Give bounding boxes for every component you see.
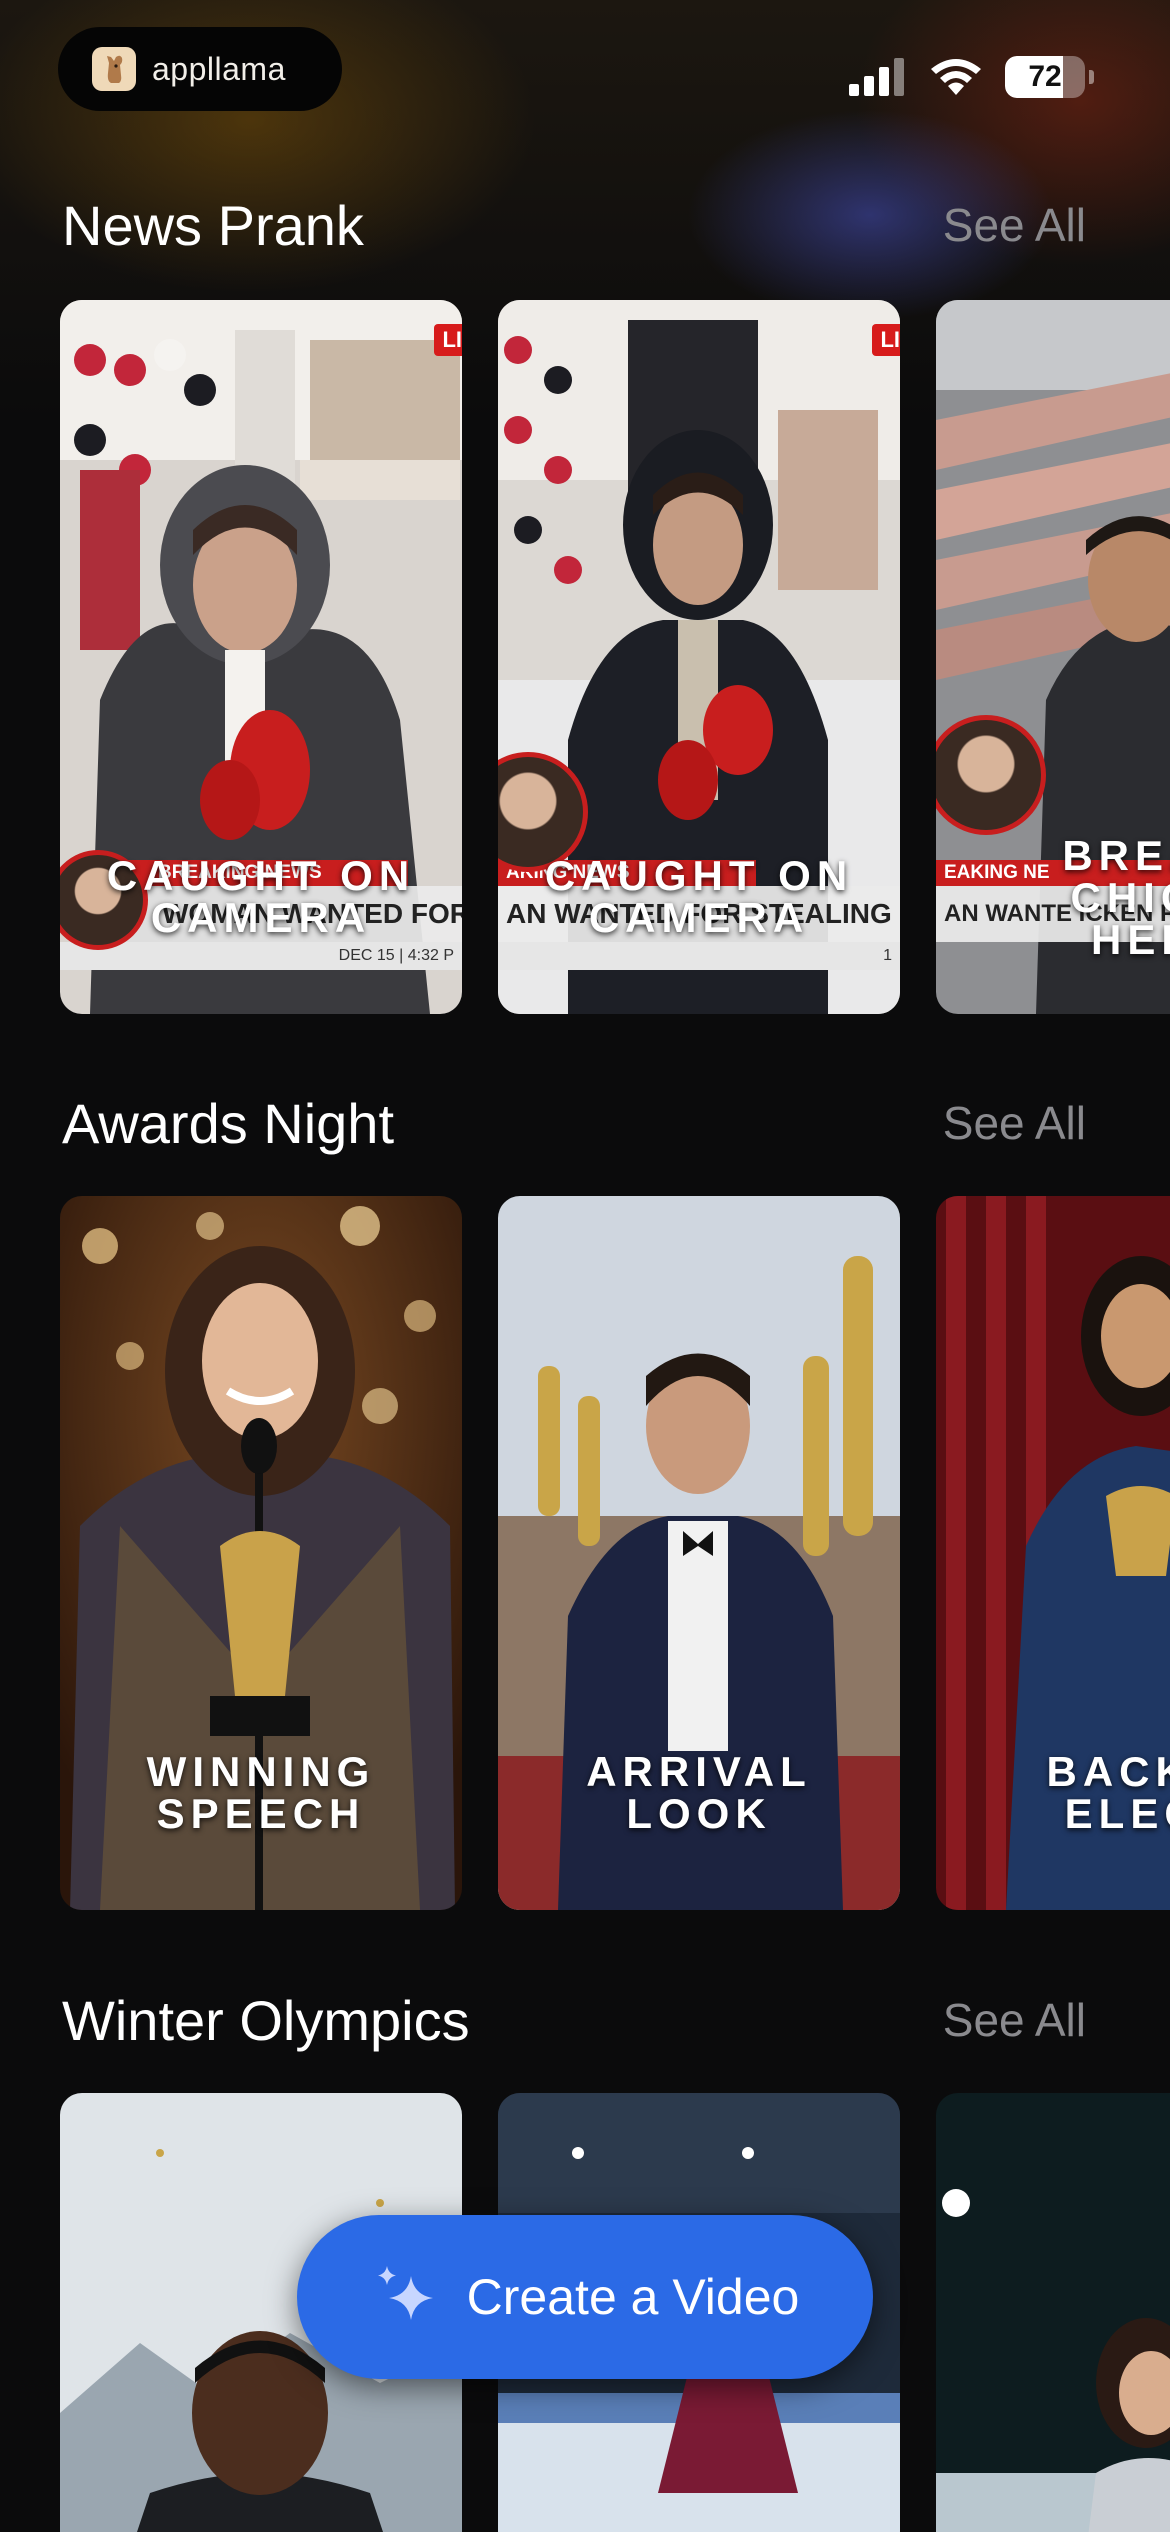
create-video-button[interactable]: Create a Video [297, 2215, 873, 2379]
card-thumbnail [936, 2093, 1170, 2532]
section-header-awards-night: Awards Night See All [62, 1083, 1108, 1163]
see-all-link[interactable]: See All [943, 1993, 1086, 2047]
card-title: BREAK CHICK HEIS [1062, 832, 1170, 963]
template-card[interactable]: ARRIVAL LOOK [498, 1196, 900, 1910]
app-badge-label: appllama [152, 50, 286, 87]
app-screen: appllama 72 News Prank See All LI BREAKI… [0, 0, 1170, 2532]
see-all-link[interactable]: See All [943, 198, 1086, 252]
battery-percentage: 72 [1028, 60, 1062, 93]
app-badge[interactable]: appllama [58, 27, 342, 111]
llama-logo-icon [92, 47, 136, 91]
card-row-news-prank: LI BREAKING NEWS WOMAN WANTED FOR DEC 15… [60, 300, 1170, 1014]
section-title: Awards Night [62, 1091, 395, 1155]
sparkles-icon [377, 2266, 433, 2320]
live-badge: LI [434, 324, 462, 356]
card-title: WINNING SPEECH [146, 1748, 376, 1837]
section-header-winter-olympics: Winter Olympics See All [62, 1980, 1108, 2060]
ticker-date: 1 [498, 942, 900, 970]
ticker-date: DEC 15 | 4:32 P [60, 942, 462, 970]
see-all-link[interactable]: See All [943, 1096, 1086, 1150]
template-card[interactable]: WINNING SPEECH [60, 1196, 462, 1910]
template-card[interactable]: LI AKING NEWS AN WANTED FOR STEALING B 1… [498, 300, 900, 1014]
card-title: ARRIVAL LOOK [586, 1748, 812, 1837]
status-icons: 72 [849, 56, 1094, 98]
card-title: BACKST ELEGA [1046, 1748, 1170, 1837]
card-title: CAUGHT ON CAMERA [106, 852, 416, 941]
template-card[interactable]: BACKST ELEGA [936, 1196, 1170, 1910]
section-title: Winter Olympics [62, 1988, 470, 2052]
battery-indicator: 72 [1005, 56, 1085, 98]
section-title: News Prank [62, 193, 364, 257]
cellular-signal-icon [849, 58, 904, 96]
battery-cap [1089, 70, 1094, 84]
template-card[interactable]: LI BREAKING NEWS WOMAN WANTED FOR DEC 15… [60, 300, 462, 1014]
create-video-label: Create a Video [466, 2269, 800, 2325]
card-row-awards-night: WINNING SPEECH ARRIVAL LOOK BAC ELE [60, 1196, 1170, 1910]
wifi-icon [931, 59, 981, 95]
template-card[interactable] [936, 2093, 1170, 2532]
card-title: CAUGHT ON CAMERA [544, 852, 854, 941]
template-card[interactable]: EAKING NE AN WANTE ICKEN FROM STO BREAK … [936, 300, 1170, 1014]
live-badge: LI [872, 324, 900, 356]
section-header-news-prank: News Prank See All [62, 185, 1108, 265]
